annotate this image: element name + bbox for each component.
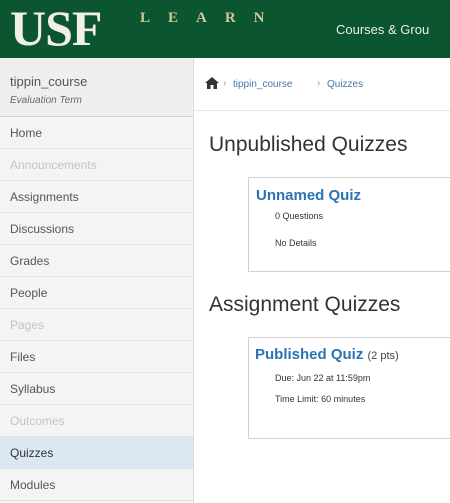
quiz-questions-count: 0 Questions <box>275 211 324 221</box>
sidebar-item-outcomes: Outcomes <box>0 405 193 437</box>
unpublished-quizzes-heading: Unpublished Quizzes <box>209 133 408 156</box>
course-name: tippin_course <box>10 74 88 89</box>
breadcrumb: › tippin_course › Quizzes <box>193 58 450 111</box>
sidebar-item-assignments[interactable]: Assignments <box>0 181 193 213</box>
course-title-box[interactable]: tippin_course Evaluation Term <box>0 58 193 117</box>
page: USF LEARN Courses & Grou tippin_course E… <box>0 0 450 503</box>
breadcrumb-separator: › <box>223 78 227 89</box>
learn-logo-text: LEARN <box>140 10 283 26</box>
quiz-time-limit: Time Limit: 60 minutes <box>275 394 366 404</box>
quiz-points: (2 pts) <box>367 350 399 362</box>
home-icon[interactable] <box>205 77 219 89</box>
sidebar-item-files[interactable]: Files <box>0 341 193 373</box>
courses-groups-menu[interactable]: Courses & Grou <box>336 22 429 37</box>
breadcrumb-quizzes-link[interactable]: Quizzes <box>327 79 363 90</box>
course-sidebar: tippin_course Evaluation Term Home Annou… <box>0 58 194 503</box>
top-header: USF LEARN Courses & Grou <box>0 0 450 58</box>
breadcrumb-course-link[interactable]: tippin_course <box>233 79 292 90</box>
sidebar-item-quizzes[interactable]: Quizzes <box>0 437 193 469</box>
sidebar-item-grades[interactable]: Grades <box>0 245 193 277</box>
sidebar-item-announcements: Announcements <box>0 149 193 181</box>
assignment-quizzes-heading: Assignment Quizzes <box>209 293 401 316</box>
sidebar-item-home[interactable]: Home <box>0 117 193 149</box>
assignment-quiz-card: Published Quiz (2 pts) Due: Jun 22 at 11… <box>248 337 450 439</box>
sidebar-item-people[interactable]: People <box>0 277 193 309</box>
sidebar-item-pages: Pages <box>0 309 193 341</box>
sidebar-item-syllabus[interactable]: Syllabus <box>0 373 193 405</box>
published-quiz-row: Published Quiz (2 pts) <box>255 346 399 363</box>
course-term: Evaluation Term <box>10 95 82 106</box>
quiz-due-date: Due: Jun 22 at 11:59pm <box>275 373 371 383</box>
usf-logo[interactable]: USF <box>10 3 102 53</box>
quiz-details: No Details <box>275 238 317 248</box>
quiz-title-link[interactable]: Unnamed Quiz <box>256 187 361 204</box>
breadcrumb-separator: › <box>317 78 321 89</box>
quiz-title-link[interactable]: Published Quiz <box>255 346 363 363</box>
sidebar-item-modules[interactable]: Modules <box>0 469 193 501</box>
sidebar-item-discussions[interactable]: Discussions <box>0 213 193 245</box>
unpublished-quiz-card: Unnamed Quiz 0 Questions No Details <box>248 177 450 272</box>
